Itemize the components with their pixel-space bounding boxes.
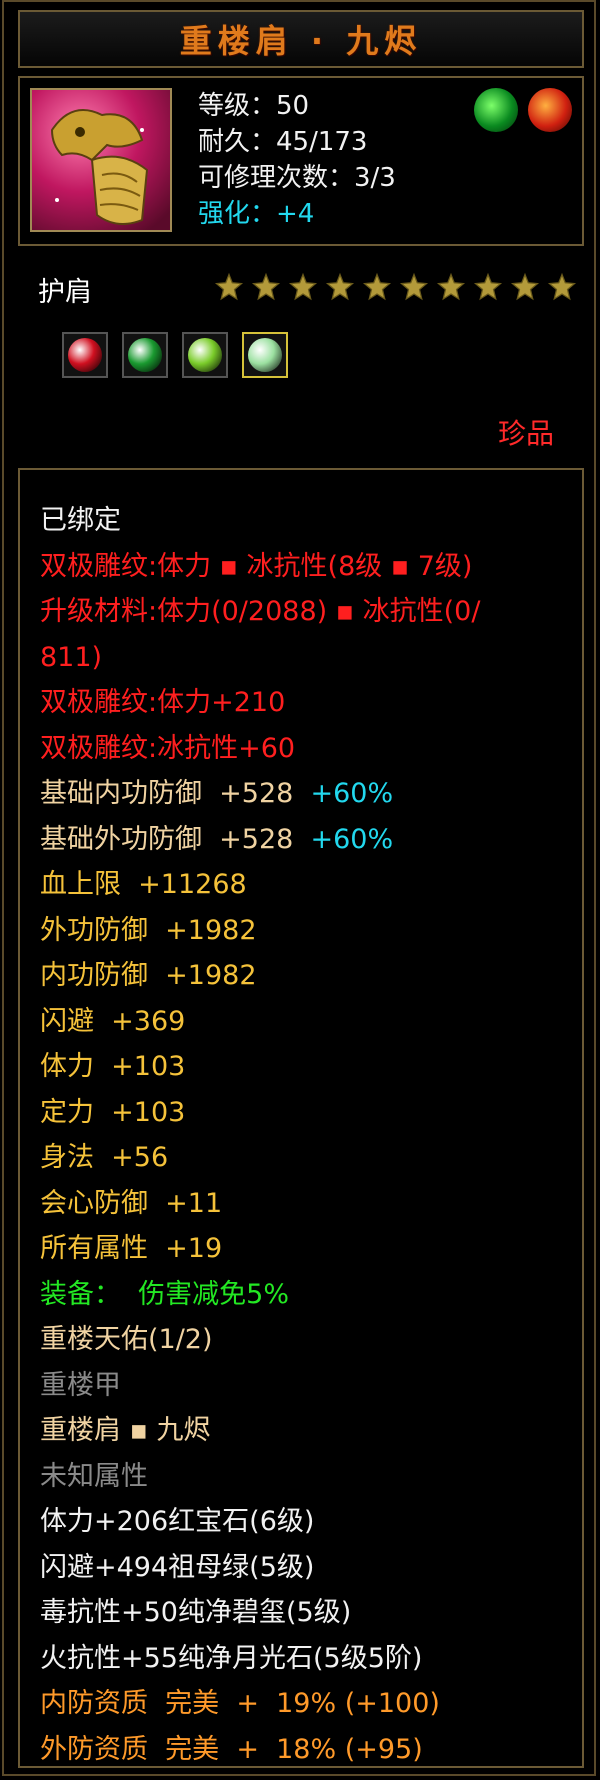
attribute-line: 会心防御 +11 [40,1181,570,1227]
attribute-text: 定力 +103 [40,1096,186,1128]
enhance-label: 强化： [198,199,277,229]
attribute-text: 重楼天佑(1/2) [40,1324,213,1355]
attribute-text: 未知属性 [40,1460,148,1492]
attribute-text: 双极雕纹:冰抗性+60 [40,732,296,764]
star-icon [288,272,318,301]
moonstone-gem-icon[interactable] [242,332,288,378]
attribute-text: 基础内功防御 +528 [40,778,311,809]
enhance-text: 强化：+4 [198,196,396,232]
item-header: 等级：50 耐久：45/173 可修理次数：3/3 强化：+4 [18,76,584,246]
star-icon [510,272,540,301]
star-icon [251,272,281,301]
attribute-text: 毒抗性+50纯净碧玺(5级) [40,1597,352,1628]
attribute-text: 外防资质 完美 + 18% (+95) [40,1733,423,1765]
attribute-text: 所有属性 +19 [40,1233,223,1264]
star-icon [547,272,577,301]
attribute-line: 体力 +103 [40,1044,570,1090]
level-text: 等级：50 [198,91,310,121]
attribute-text: 双极雕纹:体力+210 [40,687,286,718]
attribute-line: 所有属性 +19 [40,1226,570,1272]
attribute-line: 双极雕纹:体力+210 [40,680,570,726]
star-icon [325,272,355,301]
attribute-text: 重楼甲 [40,1369,121,1401]
attribute-line: 血上限 +11268 [40,862,570,908]
shoulder-armor-icon [30,88,172,232]
fire-dragon-emblem-icon [528,88,572,132]
jade-gem-icon[interactable] [182,332,228,378]
attribute-line: 内防资质 完美 + 19% (+100) [40,1681,570,1727]
attribute-line: 重楼肩 ▪ 九烬 [40,1408,570,1454]
green-dragon-emblem-icon [474,88,518,132]
attribute-line: 未知属性 [40,1454,570,1500]
star-rating [214,272,577,302]
attribute-line: 基础内功防御 +528 +60% [40,771,570,817]
attribute-text: 双极雕纹:体力 ▪ 冰抗性(8级 ▪ 7级) [40,550,473,582]
attribute-line: 定力 +103 [40,1090,570,1136]
attribute-line: 体力+206红宝石(6级) [40,1499,570,1545]
attribute-line: 基础外功防御 +528 +60% [40,817,570,863]
attribute-line: 重楼天佑(1/2) [40,1317,570,1363]
attribute-line: 装备： 伤害减免5% [40,1272,570,1318]
attribute-line: 外功防御 +1982 [40,908,570,954]
attribute-line: 已绑定 [40,498,570,544]
durability-text: 耐久：45/173 [198,127,368,157]
star-icon [214,272,244,301]
title-bar: 重楼肩 · 九烬 [18,10,584,68]
attribute-text: 升级材料:体力(0/2088) ▪ 冰抗性(0/ [40,596,481,627]
attribute-panel: 已绑定双极雕纹:体力 ▪ 冰抗性(8级 ▪ 7级) 升级材料:体力(0/2088)… [18,468,584,1768]
attribute-text: 体力 +103 [40,1051,186,1082]
ruby-gem-icon[interactable] [62,332,108,378]
attribute-line: 双极雕纹:冰抗性+60 [40,726,570,772]
attribute-line: 闪避+494祖母绿(5级) [40,1545,570,1591]
attribute-text: 内防资质 完美 + 19% (+100) [40,1688,440,1719]
item-title: 重楼肩 · 九烬 [179,22,423,60]
star-icon [436,272,466,301]
star-icon [473,272,503,301]
attribute-line: 外防资质 完美 + 18% (+95) [40,1727,570,1773]
attribute-line: 火抗性+55纯净月光石(5级5阶) [40,1636,570,1682]
attribute-text: 闪避 +369 [40,1005,186,1037]
attribute-line: 闪避 +369 [40,999,570,1045]
item-tooltip: 重楼肩 · 九烬 等级：50 耐久：45/173 可修理次数：3/3 强化：+4 [2,0,596,1776]
attribute-text: 闪避+494祖母绿(5级) [40,1551,315,1583]
attribute-text: 内功防御 +1982 [40,960,257,991]
attribute-line: 升级材料:体力(0/2088) ▪ 冰抗性(0/ [40,589,570,635]
item-stats: 等级：50 耐久：45/173 可修理次数：3/3 强化：+4 [198,88,396,232]
attribute-text: 装备： 伤害减免5% [40,1278,289,1310]
attribute-line: 内功防御 +1982 [40,953,570,999]
attribute-text: 已绑定 [40,505,121,536]
attribute-text: 811) [40,641,103,673]
emerald-gem-icon[interactable] [122,332,168,378]
attribute-text: +60% [310,778,394,809]
attribute-text: 基础外功防御 +528 [40,823,311,855]
emblem-icons [474,88,572,132]
attribute-line: 811) [40,635,570,681]
attribute-text: 血上限 +11268 [40,869,247,900]
star-icon [399,272,429,301]
attribute-text: 重楼肩 ▪ 九烬 [40,1415,211,1446]
attribute-line: 双极雕纹:体力 ▪ 冰抗性(8级 ▪ 7级) [40,544,570,590]
star-icon [362,272,392,301]
rarity-label: 珍品 [497,417,554,450]
gem-sockets [62,332,288,378]
repair-count-text: 可修理次数：3/3 [198,163,396,193]
attribute-text: 会心防御 +11 [40,1187,223,1219]
attribute-line: 重楼甲 [40,1363,570,1409]
attribute-text: +60% [310,823,394,855]
attribute-text: 外功防御 +1982 [40,914,257,946]
slot-type-label: 护肩 [38,277,92,308]
enhance-value: +4 [276,199,315,229]
attribute-line: 身法 +56 [40,1135,570,1181]
attribute-line: 毒抗性+50纯净碧玺(5级) [40,1590,570,1636]
attribute-text: 体力+206红宝石(6级) [40,1506,315,1537]
attribute-list: 已绑定双极雕纹:体力 ▪ 冰抗性(8级 ▪ 7级) 升级材料:体力(0/2088)… [40,498,570,1772]
attribute-text: 身法 +56 [40,1142,169,1173]
attribute-text: 火抗性+55纯净月光石(5级5阶) [40,1642,423,1674]
